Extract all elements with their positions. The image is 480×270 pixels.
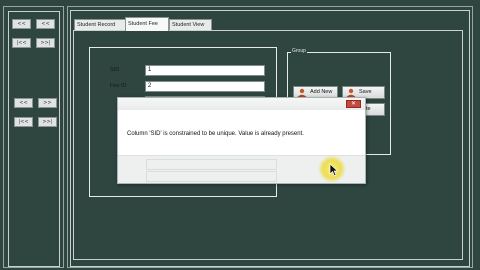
- dialog-close-button[interactable]: ✕: [346, 100, 361, 108]
- mouse-cursor-icon: [329, 163, 339, 177]
- add-user-icon: [297, 88, 307, 97]
- dialog-titlebar[interactable]: ✕: [118, 98, 365, 110]
- dialog-body: Column 'SID' is constrained to be unique…: [118, 110, 365, 157]
- previous-record-button[interactable]: <<: [36, 19, 55, 29]
- tab-student-fee[interactable]: Student Fee: [125, 17, 169, 31]
- save-label: Save: [359, 89, 372, 95]
- prev-page-button[interactable]: <<: [14, 98, 33, 108]
- left-panel-inner: [8, 11, 60, 267]
- save-user-icon: [346, 88, 356, 97]
- background-field-ghost: [146, 159, 277, 170]
- background-field-ghost: [146, 171, 277, 182]
- sid-label: SID: [110, 67, 120, 73]
- actions-group-caption: Group: [291, 48, 307, 54]
- fee-id-input[interactable]: 2: [145, 81, 265, 92]
- fee-id-label: Fee ID: [110, 83, 127, 89]
- add-new-label: Add New: [310, 89, 333, 95]
- jump-first-button[interactable]: |<<: [12, 38, 31, 48]
- first-page-button[interactable]: |<<: [14, 117, 33, 127]
- next-page-button[interactable]: >>: [38, 98, 57, 108]
- jump-last-button[interactable]: >>|: [36, 38, 55, 48]
- sid-input[interactable]: 1: [145, 65, 265, 76]
- first-record-button[interactable]: <<: [12, 19, 31, 29]
- last-page-button[interactable]: >>|: [38, 117, 57, 127]
- dialog-message: Column 'SID' is constrained to be unique…: [127, 131, 304, 137]
